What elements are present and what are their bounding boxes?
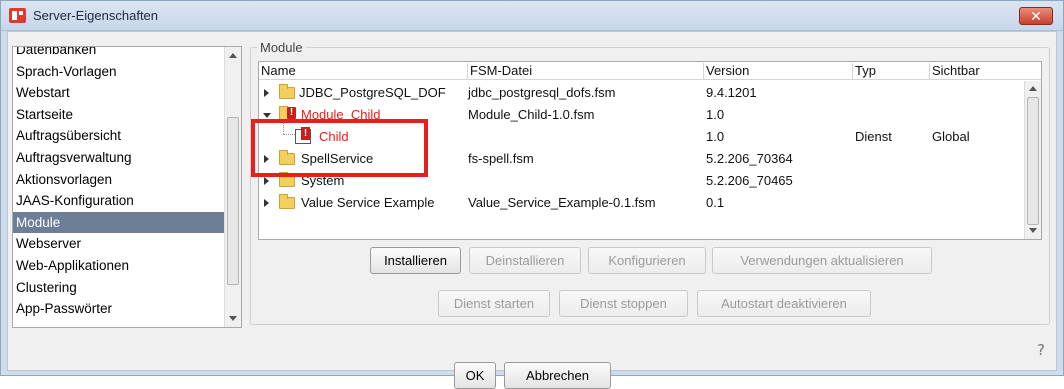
server-properties-window: Server-Eigenschaften ✕ Datenbanken Sprac…	[0, 0, 1064, 389]
highlight-annotation-box	[251, 119, 428, 177]
module-name: JDBC_PostgreSQL_DOF	[299, 85, 446, 100]
sidebar-item-app-passwoerter[interactable]: App-Passwörter	[13, 298, 225, 320]
window-title: Server-Eigenschaften	[33, 8, 159, 23]
table-scroll-thumb[interactable]	[1027, 97, 1039, 225]
sidebar-item-sprach-vorlagen[interactable]: Sprach-Vorlagen	[13, 61, 225, 83]
collapse-arrow-icon[interactable]	[263, 113, 271, 118]
sidebar-item-webserver[interactable]: Webserver	[13, 233, 225, 255]
expand-arrow-icon[interactable]	[264, 199, 269, 207]
module-version: 9.4.1201	[706, 85, 757, 100]
expand-arrow-icon[interactable]	[264, 177, 269, 185]
sidebar-item-aktionsvorlagen[interactable]: Aktionsvorlagen	[13, 169, 225, 191]
install-button[interactable]: Installieren	[370, 247, 461, 274]
sidebar-scroll-thumb[interactable]	[227, 117, 239, 285]
sidebar-item-web-applikationen[interactable]: Web-Applikationen	[13, 255, 225, 277]
sidebar-item-auftragsuebersicht[interactable]: Auftragsübersicht	[13, 125, 225, 147]
sidebar-item-jaas-konfiguration[interactable]: JAAS-Konfiguration	[13, 190, 225, 212]
table-row[interactable]: Value Service Example Value_Service_Exam…	[259, 192, 1023, 214]
close-button[interactable]: ✕	[1019, 7, 1053, 25]
module-fsm-file: Module_Child-1.0.fsm	[468, 107, 595, 122]
update-usages-button[interactable]: Verwendungen aktualisieren	[712, 247, 932, 274]
module-type: Dienst	[855, 129, 892, 144]
module-visibility: Global	[932, 129, 970, 144]
modules-group: Module Name FSM-Datei Version Typ Sichtb…	[250, 40, 1050, 325]
module-name: Value Service Example	[301, 195, 435, 210]
start-service-button[interactable]: Dienst starten	[438, 290, 550, 317]
folder-icon	[279, 84, 295, 99]
help-icon[interactable]: ?	[1037, 341, 1045, 359]
title-bar[interactable]: Server-Eigenschaften ✕	[1, 1, 1063, 31]
dialog-client-area: Datenbanken Sprach-Vorlagen Webstart Sta…	[7, 31, 1057, 389]
module-version: 5.2.206_70465	[706, 173, 793, 188]
sidebar-item-clustering[interactable]: Clustering	[13, 277, 225, 299]
folder-icon	[279, 194, 295, 209]
table-scrollbar[interactable]	[1024, 81, 1041, 239]
scroll-down-icon[interactable]	[229, 316, 237, 321]
category-list[interactable]: Datenbanken Sprach-Vorlagen Webstart Sta…	[12, 46, 242, 328]
module-version: 1.0	[706, 129, 725, 144]
module-version: 0.1	[706, 195, 725, 210]
modules-group-label: Module	[257, 40, 306, 55]
sidebar-item-module[interactable]: Module	[13, 211, 225, 234]
configure-button[interactable]: Konfigurieren	[588, 247, 706, 274]
sidebar-scrollbar[interactable]	[224, 47, 241, 327]
scroll-down-icon[interactable]	[1029, 228, 1037, 233]
sidebar-item-auftragsverwaltung[interactable]: Auftragsverwaltung	[13, 147, 225, 169]
module-fsm-file: fs-spell.fsm	[468, 151, 534, 166]
scroll-up-icon[interactable]	[229, 53, 237, 58]
uninstall-button[interactable]: Deinstallieren	[469, 247, 581, 274]
module-fsm-file: jdbc_postgresql_dofs.fsm	[468, 85, 616, 100]
sidebar-item-startseite[interactable]: Startseite	[13, 104, 225, 126]
module-fsm-file: Value_Service_Example-0.1.fsm	[468, 195, 656, 210]
table-row[interactable]: JDBC_PostgreSQL_DOF jdbc_postgresql_dofs…	[259, 82, 1023, 104]
sidebar-item-datenbanken[interactable]: Datenbanken	[13, 47, 225, 61]
expand-arrow-icon[interactable]	[264, 89, 269, 97]
module-version: 5.2.206_70364	[706, 151, 793, 166]
app-logo-icon	[9, 8, 26, 23]
autostart-toggle-button[interactable]: Autostart deaktivieren	[697, 290, 871, 317]
stop-service-button[interactable]: Dienst stoppen	[559, 290, 688, 317]
scroll-up-icon[interactable]	[1029, 86, 1037, 91]
module-version: 1.0	[706, 107, 725, 122]
sidebar-item-webstart[interactable]: Webstart	[13, 82, 225, 104]
